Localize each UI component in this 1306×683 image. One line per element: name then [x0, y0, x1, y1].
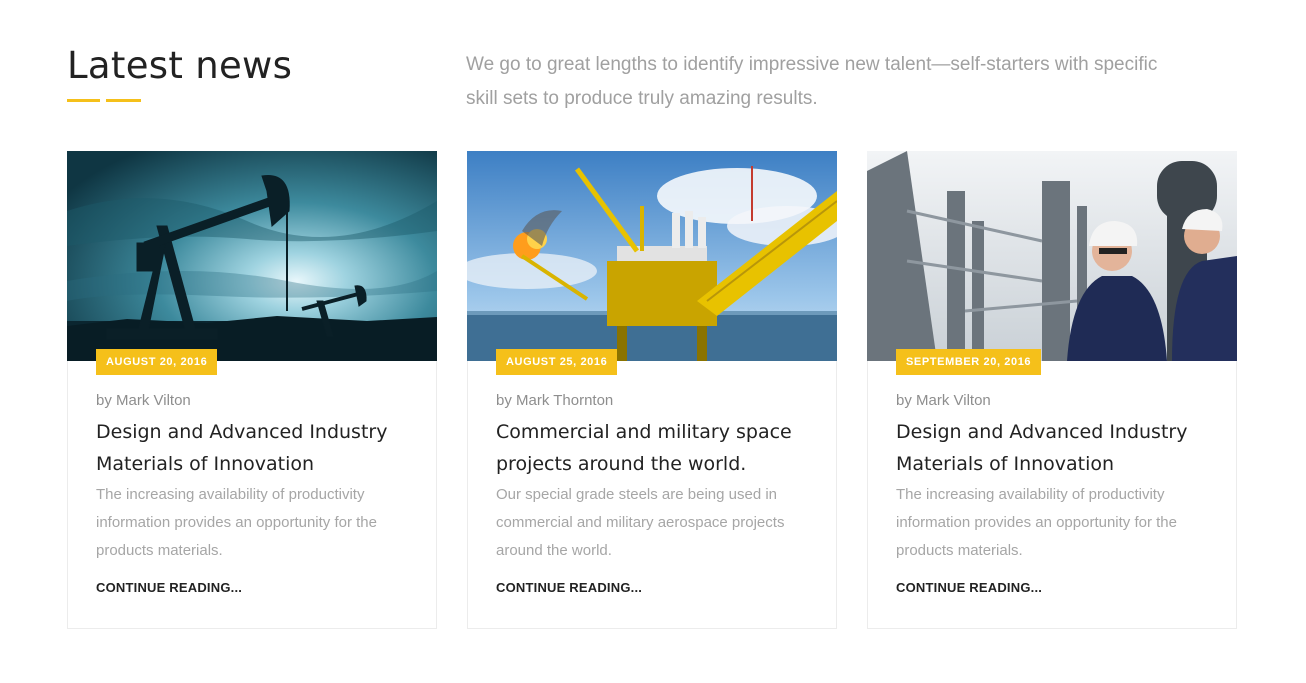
news-card-1: AUGUST 20, 2016 by Mark Vilton Design an…	[67, 151, 437, 629]
post-excerpt: The increasing availability of productiv…	[896, 486, 1177, 559]
date-badge: AUGUST 25, 2016	[496, 349, 618, 375]
post-excerpt: Our special grade steels are being used …	[496, 486, 785, 559]
post-author[interactable]: by Mark Thornton	[496, 392, 613, 409]
news-card-2: AUGUST 25, 2016 by Mark Thornton Commerc…	[467, 151, 837, 629]
post-author[interactable]: by Mark Vilton	[896, 392, 991, 409]
post-title[interactable]: Commercial and military space projects a…	[496, 416, 816, 480]
section-title: Latest news	[67, 44, 293, 87]
offshore-platform-image[interactable]	[467, 151, 837, 361]
date-badge: SEPTEMBER 20, 2016	[896, 349, 1042, 375]
continue-reading-link[interactable]: CONTINUE READING...	[496, 580, 642, 595]
post-title[interactable]: Design and Advanced Industry Materials o…	[96, 416, 416, 480]
continue-reading-link[interactable]: CONTINUE READING...	[896, 580, 1042, 595]
continue-reading-link[interactable]: CONTINUE READING...	[96, 580, 242, 595]
date-badge: AUGUST 20, 2016	[96, 349, 218, 375]
title-underline	[67, 99, 141, 102]
section-intro: We go to great lengths to identify impre…	[466, 54, 1158, 109]
post-author[interactable]: by Mark Vilton	[96, 392, 191, 409]
refinery-engineers-image[interactable]	[867, 151, 1237, 361]
news-card-3: SEPTEMBER 20, 2016 by Mark Vilton Design…	[867, 151, 1237, 629]
oil-pumpjack-image[interactable]	[67, 151, 437, 361]
post-excerpt: The increasing availability of productiv…	[96, 486, 377, 559]
post-title[interactable]: Design and Advanced Industry Materials o…	[896, 416, 1216, 480]
